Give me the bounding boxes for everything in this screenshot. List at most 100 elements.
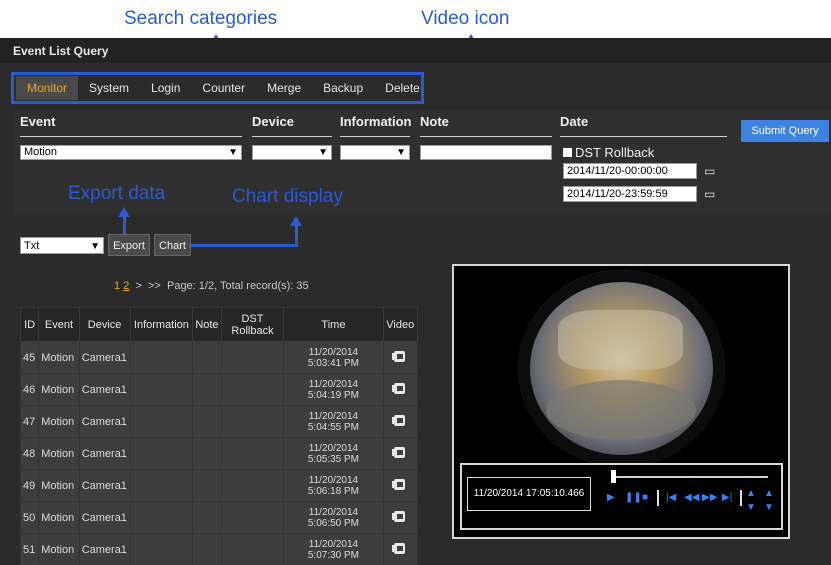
divider: [740, 490, 742, 506]
cell-dst-rollback: [220, 341, 285, 374]
header-divider: [340, 136, 410, 137]
fast-forward-icon[interactable]: ▶▶: [702, 492, 717, 503]
cell-event: Motion: [38, 341, 80, 374]
cell-device: Camera1: [78, 533, 131, 565]
column-header-time: Time: [283, 307, 384, 342]
page-link-1[interactable]: 1: [114, 280, 120, 292]
header-divider: [560, 136, 727, 137]
video-icon[interactable]: [392, 349, 408, 364]
rewind-icon[interactable]: ◀◀: [684, 492, 699, 503]
date-from-input[interactable]: 2014/11/20-00:00:00: [563, 163, 697, 179]
pause-icon[interactable]: ❚❚: [625, 492, 642, 503]
cell-dst-rollback: [220, 533, 285, 565]
skip-start-icon[interactable]: |◀: [666, 492, 676, 503]
cell-video: [382, 533, 419, 565]
speed-down-icon[interactable]: ▼: [746, 502, 756, 513]
note-input[interactable]: [420, 145, 552, 160]
export-format-select[interactable]: Txt ▼: [20, 237, 104, 254]
cell-information: [129, 437, 194, 470]
table-row[interactable]: 48 Motion Camera1 11/20/2014 5:05:35 PM: [19, 437, 419, 470]
cell-device: Camera1: [78, 341, 131, 374]
stop-icon[interactable]: ■: [642, 492, 648, 503]
chart-button[interactable]: Chart: [154, 234, 191, 256]
video-icon[interactable]: [392, 477, 408, 492]
cell-event: Motion: [38, 373, 80, 406]
cell-date-text: 11/20/2014: [308, 346, 359, 358]
dst-rollback-checkbox[interactable]: [563, 148, 572, 157]
fisheye-video-frame: [518, 270, 725, 467]
chevron-down-icon: ▼: [396, 147, 406, 158]
table-row[interactable]: 51 Motion Camera1 11/20/2014 5:07:30 PM: [19, 533, 419, 565]
device-select[interactable]: ▼: [252, 145, 332, 160]
video-icon[interactable]: [392, 509, 408, 524]
cell-note: [192, 501, 222, 534]
table-row[interactable]: 50 Motion Camera1 11/20/2014 5:06:50 PM: [19, 501, 419, 534]
calendar-icon[interactable]: ▭: [704, 187, 715, 201]
date-to-input[interactable]: 2014/11/20-23:59:59: [563, 186, 697, 202]
cell-video: [382, 373, 419, 406]
cell-time-text: 5:07:30 PM: [307, 549, 360, 561]
cell-date-text: 11/20/2014: [308, 474, 359, 486]
cell-id: 47: [19, 405, 40, 438]
cell-time-text: 5:04:55 PM: [307, 421, 360, 433]
annotation-line: [191, 244, 298, 247]
cell-time-text: 5:04:19 PM: [307, 389, 360, 401]
annotation-search-categories: Search categories: [124, 8, 278, 29]
cell-id: 48: [19, 437, 40, 470]
cell-time: 11/20/2014 5:04:55 PM: [283, 405, 384, 438]
skip-end-icon[interactable]: ▶|: [722, 492, 732, 503]
event-table: ID Event Device Information Note DST Rol…: [19, 307, 419, 565]
cell-id: 45: [19, 341, 40, 374]
cell-note: [192, 469, 222, 502]
cell-time: 11/20/2014 5:06:50 PM: [283, 501, 384, 534]
cell-dst-rollback: [220, 373, 285, 406]
cell-dst-rollback: [220, 405, 285, 438]
seek-handle[interactable]: [611, 470, 616, 483]
next-page-link[interactable]: >: [135, 280, 141, 292]
video-icon[interactable]: [392, 541, 408, 556]
cell-video: [382, 341, 419, 374]
submit-query-button[interactable]: Submit Query: [741, 120, 829, 142]
cell-device: Camera1: [78, 437, 131, 470]
cell-information: [129, 341, 194, 374]
speed-down-icon[interactable]: ▼: [764, 502, 774, 513]
cell-date-text: 11/20/2014: [308, 506, 359, 518]
table-row[interactable]: 46 Motion Camera1 11/20/2014 5:04:19 PM: [19, 373, 419, 406]
cell-device: Camera1: [78, 501, 131, 534]
seek-bar[interactable]: [611, 476, 768, 478]
table-row[interactable]: 47 Motion Camera1 11/20/2014 5:04:55 PM: [19, 405, 419, 438]
calendar-icon[interactable]: ▭: [704, 164, 715, 178]
cell-video: [382, 501, 419, 534]
cell-time: 11/20/2014 5:04:19 PM: [283, 373, 384, 406]
cell-video: [382, 405, 419, 438]
table-row[interactable]: 45 Motion Camera1 11/20/2014 5:03:41 PM: [19, 341, 419, 374]
event-select[interactable]: Motion ▼: [20, 145, 242, 160]
cell-time-text: 5:06:18 PM: [307, 485, 360, 497]
table-row[interactable]: 49 Motion Camera1 11/20/2014 5:06:18 PM: [19, 469, 419, 502]
speed-up-icon[interactable]: ▲: [764, 488, 774, 499]
cell-note: [192, 405, 222, 438]
cell-id: 51: [19, 533, 40, 565]
column-header-information: Information: [129, 307, 194, 342]
video-icon[interactable]: [392, 445, 408, 460]
annotation-video-icon: Video icon: [421, 8, 510, 29]
device-header: Device: [252, 114, 294, 129]
cell-id: 50: [19, 501, 40, 534]
header-divider: [20, 136, 242, 137]
export-button[interactable]: Export: [108, 234, 150, 256]
export-format-value: Txt: [24, 240, 40, 252]
video-icon[interactable]: [392, 381, 408, 396]
last-page-link[interactable]: >>: [148, 280, 161, 292]
video-icon[interactable]: [392, 413, 408, 428]
annotation-chart-display: Chart display: [232, 186, 343, 207]
cell-event: Motion: [38, 405, 80, 438]
annotation-line: [295, 225, 298, 246]
information-select[interactable]: ▼: [340, 145, 410, 160]
header-divider: [252, 136, 332, 137]
play-icon[interactable]: ▶: [607, 492, 615, 503]
divider: [657, 490, 659, 506]
page-summary: Page: 1/2, Total record(s): 35: [166, 280, 309, 292]
cell-note: [192, 533, 222, 565]
page-link-2[interactable]: 2: [123, 280, 129, 292]
speed-up-icon[interactable]: ▲: [746, 488, 756, 499]
